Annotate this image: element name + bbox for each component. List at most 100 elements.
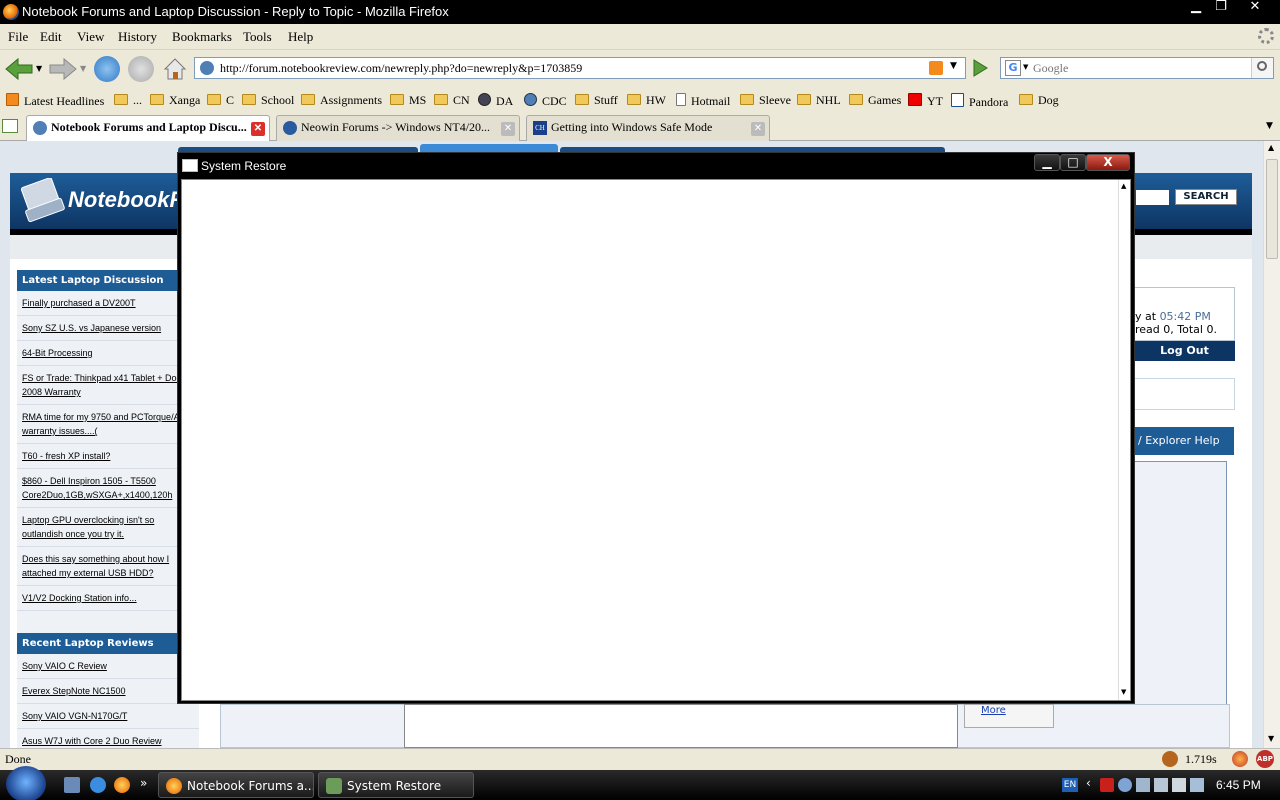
tab-notebook-forums[interactable]: Notebook Forums and Laptop Discu... ✕ — [26, 115, 270, 141]
sidebar-link[interactable]: V1/V2 Docking Station info... — [17, 586, 199, 611]
sidebar-link[interactable]: T60 - fresh XP install? — [17, 444, 199, 469]
extension-icon[interactable] — [1232, 751, 1248, 767]
bookmark-dog[interactable]: Dog — [1019, 93, 1059, 108]
show-desktop-icon[interactable] — [64, 777, 80, 793]
bookmark-games[interactable]: Games — [849, 93, 901, 108]
ie-icon[interactable] — [90, 777, 106, 793]
sidebar-link[interactable]: Sony VAIO VGN-N170G/T — [17, 704, 199, 729]
start-button[interactable] — [6, 766, 46, 800]
tray-app-icon[interactable] — [1118, 778, 1132, 792]
url-dropdown-icon[interactable]: ▼ — [950, 61, 957, 71]
bookmark-stuff[interactable]: Stuff — [575, 93, 618, 108]
address-bar[interactable]: http://forum.notebookreview.com/newreply… — [194, 57, 966, 79]
stop-icon[interactable] — [128, 56, 154, 82]
volume-icon[interactable] — [1172, 778, 1186, 792]
menu-history[interactable]: History — [118, 29, 157, 45]
sidebar-link[interactable]: $860 - Dell Inspiron 1505 - T5500 Core2D… — [17, 469, 199, 508]
sidebar-link[interactable]: FS or Trade: Thinkpad x41 Tablet + Dock … — [17, 366, 199, 405]
rss-feed-icon[interactable] — [929, 61, 943, 75]
forward-icon[interactable] — [48, 57, 78, 81]
sidebar-link[interactable]: 64-Bit Processing — [17, 341, 199, 366]
bookmark-cdc[interactable]: CDC — [524, 93, 567, 109]
sidebar-link[interactable]: Finally purchased a DV200T — [17, 291, 199, 316]
tray-expand-icon[interactable]: ‹ — [1086, 776, 1091, 790]
url-text[interactable]: http://forum.notebookreview.com/newreply… — [220, 61, 582, 76]
firefox-quicklaunch-icon[interactable] — [114, 777, 130, 793]
tray-device-icon[interactable] — [1136, 778, 1150, 792]
menu-tools[interactable]: Tools — [243, 29, 272, 45]
new-tab-icon[interactable] — [2, 119, 18, 133]
bookmark-c[interactable]: C — [207, 93, 234, 108]
menu-edit[interactable]: Edit — [40, 29, 62, 45]
menu-view[interactable]: View — [77, 29, 104, 45]
search-go-icon[interactable] — [1251, 58, 1273, 78]
menu-help[interactable]: Help — [288, 29, 313, 45]
sidebar-link[interactable]: RMA time for my 9750 and PCTorque/ATS wa… — [17, 405, 199, 444]
scroll-down-icon[interactable]: ▼ — [1268, 734, 1274, 743]
dialog-scrollbar[interactable]: ▲ ▼ — [1118, 180, 1130, 700]
adblock-icon[interactable]: ABP — [1256, 750, 1274, 768]
engine-dropdown-icon[interactable]: ▼ — [1023, 63, 1028, 71]
security-icon[interactable] — [1100, 778, 1114, 792]
sidebar-link[interactable]: Asus W7J with Core 2 Duo Review — [17, 729, 199, 748]
tab-list-icon[interactable]: ▼ — [1266, 121, 1273, 131]
menu-file[interactable]: File — [8, 29, 28, 45]
back-dropdown-icon[interactable]: ▼ — [36, 64, 42, 73]
quicklaunch-more-icon[interactable]: » — [140, 776, 147, 790]
close-button[interactable]: ✕ — [1242, 0, 1268, 16]
firebug-icon[interactable] — [1162, 751, 1178, 767]
dialog-minimize-button[interactable]: ▁ — [1034, 154, 1060, 171]
search-engine-icon[interactable]: G — [1005, 60, 1021, 76]
tab-safe-mode[interactable]: CH Getting into Windows Safe Mode ✕ — [526, 115, 770, 141]
task-system-restore[interactable]: System Restore — [318, 772, 474, 798]
bookmark-assignments[interactable]: Assignments — [301, 93, 382, 108]
tab-neowin[interactable]: Neowin Forums -> Windows NT4/20... ✕ — [276, 115, 520, 141]
home-icon[interactable] — [162, 56, 188, 82]
site-search-button[interactable]: SEARCH — [1175, 189, 1237, 205]
site-search-input[interactable] — [1136, 190, 1169, 205]
sidebar-link[interactable]: Laptop GPU overclocking isn't so outland… — [17, 508, 199, 547]
reload-icon[interactable] — [94, 56, 120, 82]
tab-close-icon[interactable]: ✕ — [251, 122, 265, 136]
search-input[interactable] — [1033, 59, 1247, 77]
sidebar-link[interactable]: Everex StepNote NC1500 — [17, 679, 199, 704]
go-icon[interactable] — [970, 57, 990, 79]
bookmark-xanga[interactable]: Xanga — [150, 93, 200, 108]
logout-button[interactable]: Log Out — [1134, 341, 1235, 361]
tab-close-icon[interactable]: ✕ — [501, 122, 515, 136]
bookmark-hotmail[interactable]: Hotmail — [676, 93, 730, 109]
back-icon[interactable] — [4, 57, 34, 81]
bookmark-hw[interactable]: HW — [627, 93, 666, 108]
search-box[interactable]: G ▼ — [1000, 57, 1274, 79]
bookmark-yt[interactable]: YT — [908, 93, 943, 109]
network-icon[interactable] — [1154, 778, 1168, 792]
bookmark-school[interactable]: School — [242, 93, 294, 108]
minimize-button[interactable]: ▁ — [1183, 0, 1209, 16]
more-link[interactable]: More — [981, 705, 1006, 716]
bookmark-ellipsis[interactable]: ... — [114, 93, 142, 108]
bookmark-nhl[interactable]: NHL — [797, 93, 841, 108]
bookmark-pandora[interactable]: Pandora — [951, 93, 1008, 110]
forward-dropdown-icon[interactable]: ▼ — [80, 64, 86, 73]
task-firefox[interactable]: Notebook Forums a... — [158, 772, 314, 798]
system-clock[interactable]: 6:45 PM — [1216, 778, 1261, 792]
dialog-close-button[interactable]: X — [1086, 154, 1130, 171]
page-scrollbar[interactable]: ▲ ▼ — [1263, 141, 1280, 748]
bookmark-sleeve[interactable]: Sleeve — [740, 93, 791, 108]
bookmark-latest-headlines[interactable]: Latest Headlines — [6, 93, 104, 109]
explorer-help-link[interactable]: / Explorer Help — [1134, 427, 1234, 455]
bookmark-da[interactable]: DA — [478, 93, 513, 109]
bookmark-cn[interactable]: CN — [434, 93, 470, 108]
restore-button[interactable]: ❐ — [1208, 0, 1234, 16]
scroll-down-icon[interactable]: ▼ — [1121, 688, 1126, 696]
scroll-thumb[interactable] — [1266, 159, 1278, 259]
sidebar-link[interactable]: Sony VAIO C Review — [17, 654, 199, 679]
sidebar-link[interactable]: Sony SZ U.S. vs Japanese version — [17, 316, 199, 341]
tab-close-icon[interactable]: ✕ — [751, 122, 765, 136]
sidebar-link[interactable]: Does this say something about how I atta… — [17, 547, 199, 586]
dialog-maximize-button[interactable]: □ — [1060, 154, 1086, 171]
bookmark-ms[interactable]: MS — [390, 93, 426, 108]
scroll-up-icon[interactable]: ▲ — [1121, 182, 1126, 190]
scroll-up-icon[interactable]: ▲ — [1268, 143, 1274, 152]
language-indicator[interactable]: EN — [1062, 778, 1078, 792]
